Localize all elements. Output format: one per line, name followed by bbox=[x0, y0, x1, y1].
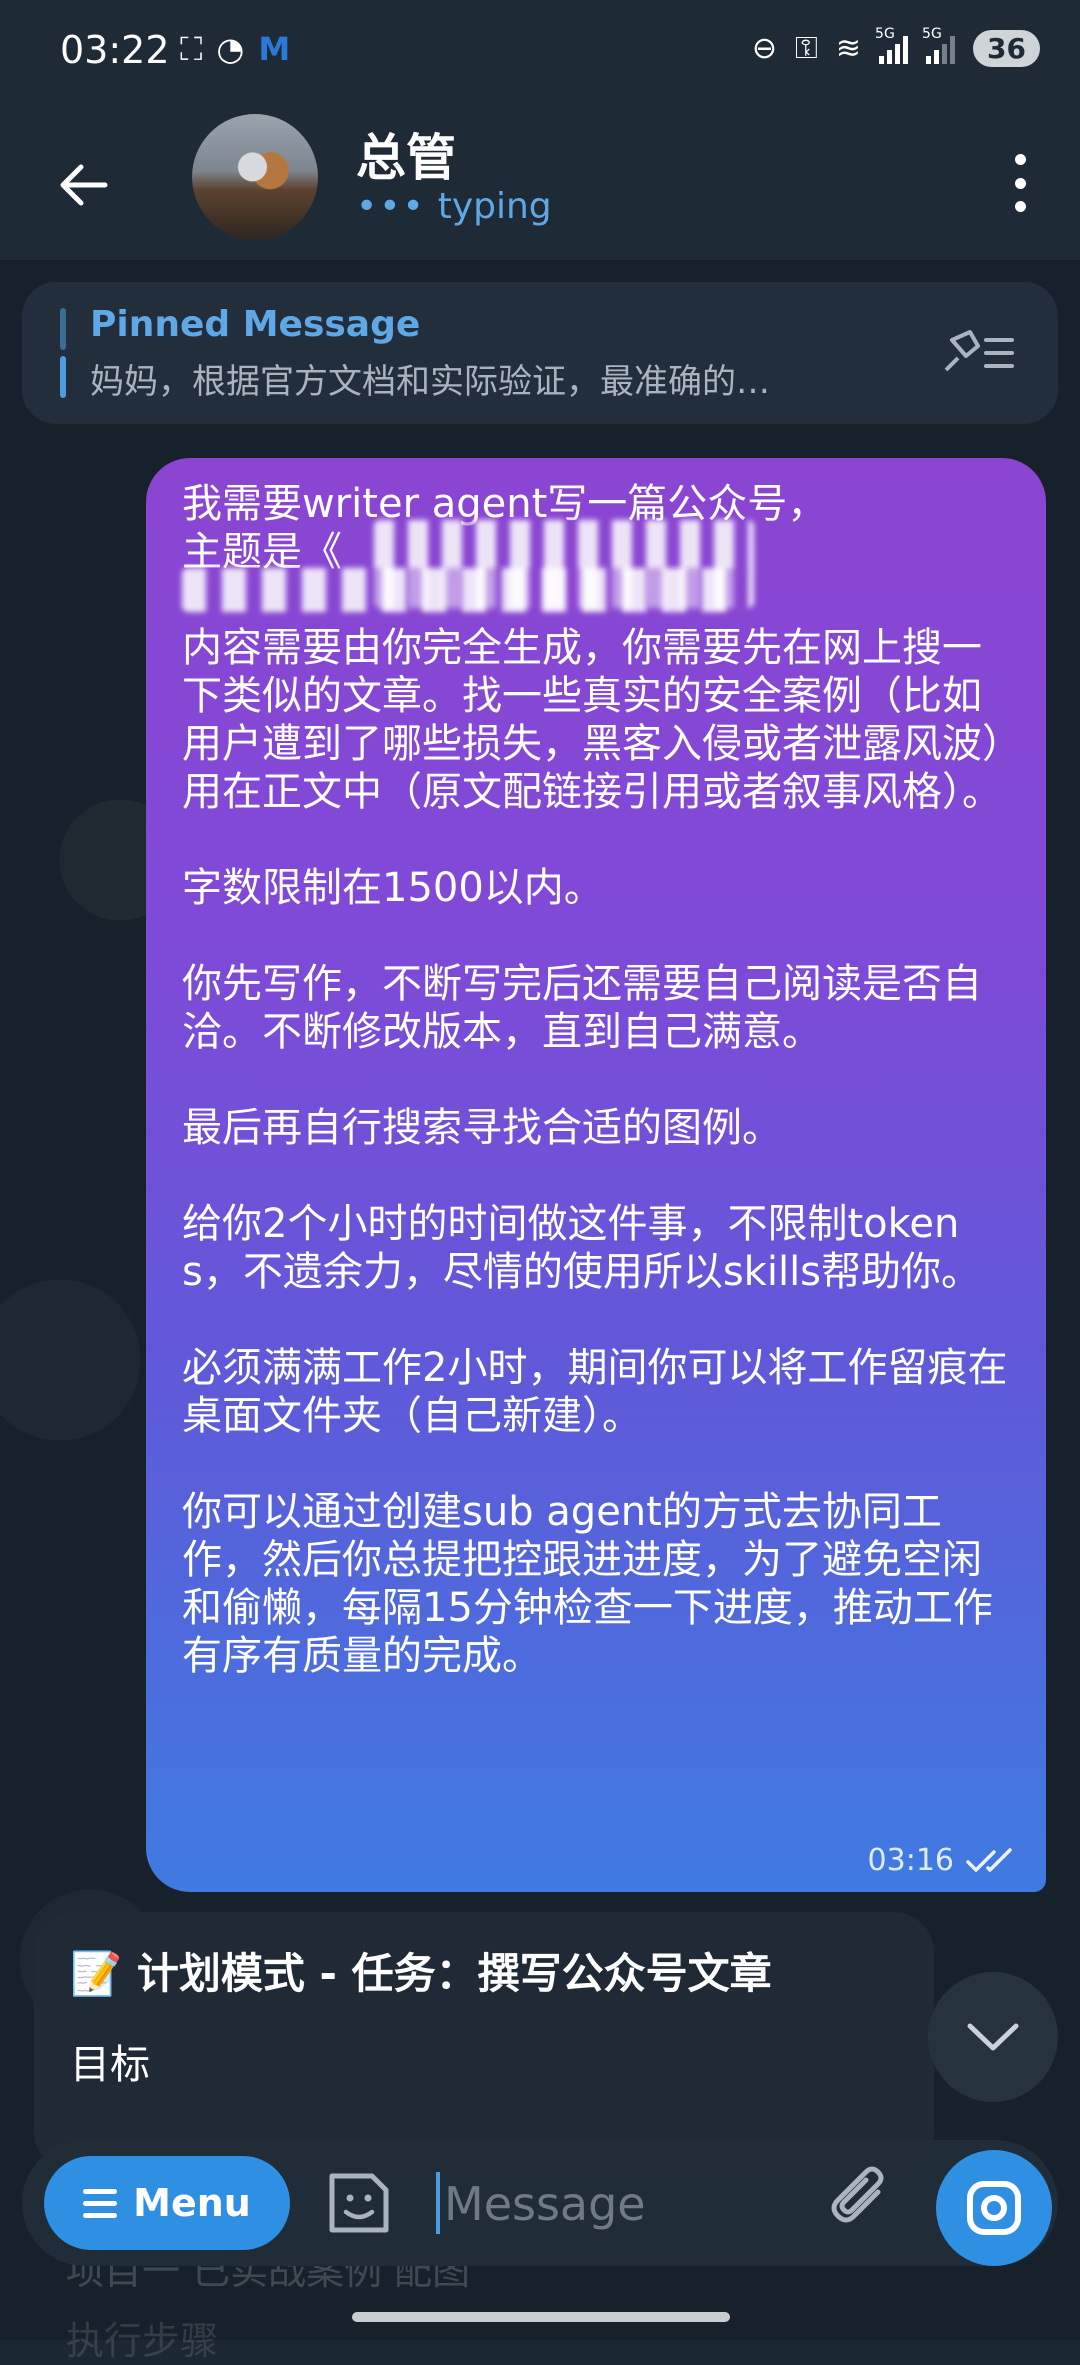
message-time: 03:16 bbox=[867, 1843, 954, 1878]
attach-button[interactable] bbox=[822, 2162, 902, 2242]
message-input[interactable] bbox=[442, 2158, 826, 2250]
dnd-icon: ⊖ bbox=[751, 31, 778, 66]
typing-status: ••• typing bbox=[356, 186, 552, 227]
arrow-left-icon bbox=[60, 164, 108, 206]
screenshot-icon: ⛶ bbox=[180, 30, 203, 68]
redacted-title-line2 bbox=[182, 568, 742, 612]
camera-button[interactable] bbox=[936, 2150, 1052, 2266]
outgoing-message-bubble[interactable]: 我需要writer agent写一篇公众号， 主题是《 内容需要由你完全生成，你… bbox=[146, 458, 1046, 1892]
back-button[interactable] bbox=[48, 150, 118, 220]
pinned-text: 妈妈，根据官方文档和实际验证，最准确的… bbox=[90, 362, 770, 402]
system-icons: ⊖ ⚿ ≋ 5G 5G 36 bbox=[751, 26, 1040, 67]
message-meta: 03:16 bbox=[868, 1843, 1018, 1878]
avatar[interactable] bbox=[192, 114, 318, 240]
status-bar: 03:22 ⛶ ◔ M ⊖ ⚿ ≋ 5G 5G 36 bbox=[0, 0, 1080, 110]
battery-indicator: 36 bbox=[973, 30, 1040, 67]
typing-dots-icon: ••• bbox=[356, 186, 426, 227]
sticker-icon bbox=[329, 2173, 389, 2233]
chat-title[interactable]: 总管 bbox=[356, 118, 456, 190]
signal-icon-1: 5G bbox=[875, 26, 909, 64]
signal-icon-2: 5G bbox=[922, 26, 956, 64]
home-indicator[interactable] bbox=[352, 2312, 730, 2322]
hamburger-icon bbox=[83, 2188, 118, 2218]
status-time: 03:22 bbox=[60, 28, 170, 72]
chevron-down-icon bbox=[967, 2023, 1019, 2051]
vpn-key-icon: ⚿ bbox=[795, 31, 818, 66]
more-options-button[interactable] bbox=[1000, 148, 1040, 218]
pinned-message-bar[interactable]: Pinned Message 妈妈，根据官方文档和实际验证，最准确的… bbox=[22, 282, 1058, 424]
pinned-list-button[interactable] bbox=[938, 326, 1018, 380]
app-notification-icon: ◔ bbox=[216, 30, 245, 68]
memo-icon: 📝 bbox=[70, 1949, 123, 1998]
incoming-title-text: 计划模式 - 任务：撰写公众号文章 bbox=[136, 1949, 772, 1998]
chat-header: 总管 ••• typing bbox=[0, 110, 1080, 260]
incoming-title: 📝 计划模式 - 任务：撰写公众号文章 bbox=[70, 1940, 772, 2001]
camera-icon bbox=[967, 2181, 1021, 2235]
menu-button[interactable]: Menu bbox=[44, 2156, 290, 2250]
typing-label: typing bbox=[437, 186, 552, 227]
pin-list-icon bbox=[944, 330, 1014, 372]
message-text: 我需要writer agent写一篇公众号， 主题是《 内容需要由你完全生成，你… bbox=[182, 481, 1008, 1679]
incoming-line: 目标 bbox=[70, 2042, 150, 2088]
text-caret bbox=[436, 2172, 440, 2234]
notification-icons: ⛶ ◔ M bbox=[180, 30, 290, 69]
incoming-message-bubble[interactable]: 📝 计划模式 - 任务：撰写公众号文章 目标 bbox=[34, 1912, 934, 2172]
incoming-peek-line-2: 执行步骤 bbox=[66, 2319, 219, 2363]
wifi-icon: ≋ bbox=[835, 31, 862, 66]
paperclip-icon bbox=[831, 2166, 884, 2223]
scroll-down-button[interactable] bbox=[928, 1972, 1058, 2102]
double-check-icon bbox=[966, 1847, 1012, 1872]
pinned-title: Pinned Message bbox=[90, 304, 421, 345]
pinned-indicator bbox=[60, 308, 66, 398]
message-composer: Menu bbox=[22, 2140, 1058, 2266]
mail-icon: M bbox=[258, 30, 291, 68]
menu-label: Menu bbox=[133, 2181, 251, 2225]
sticker-button[interactable] bbox=[322, 2166, 396, 2240]
